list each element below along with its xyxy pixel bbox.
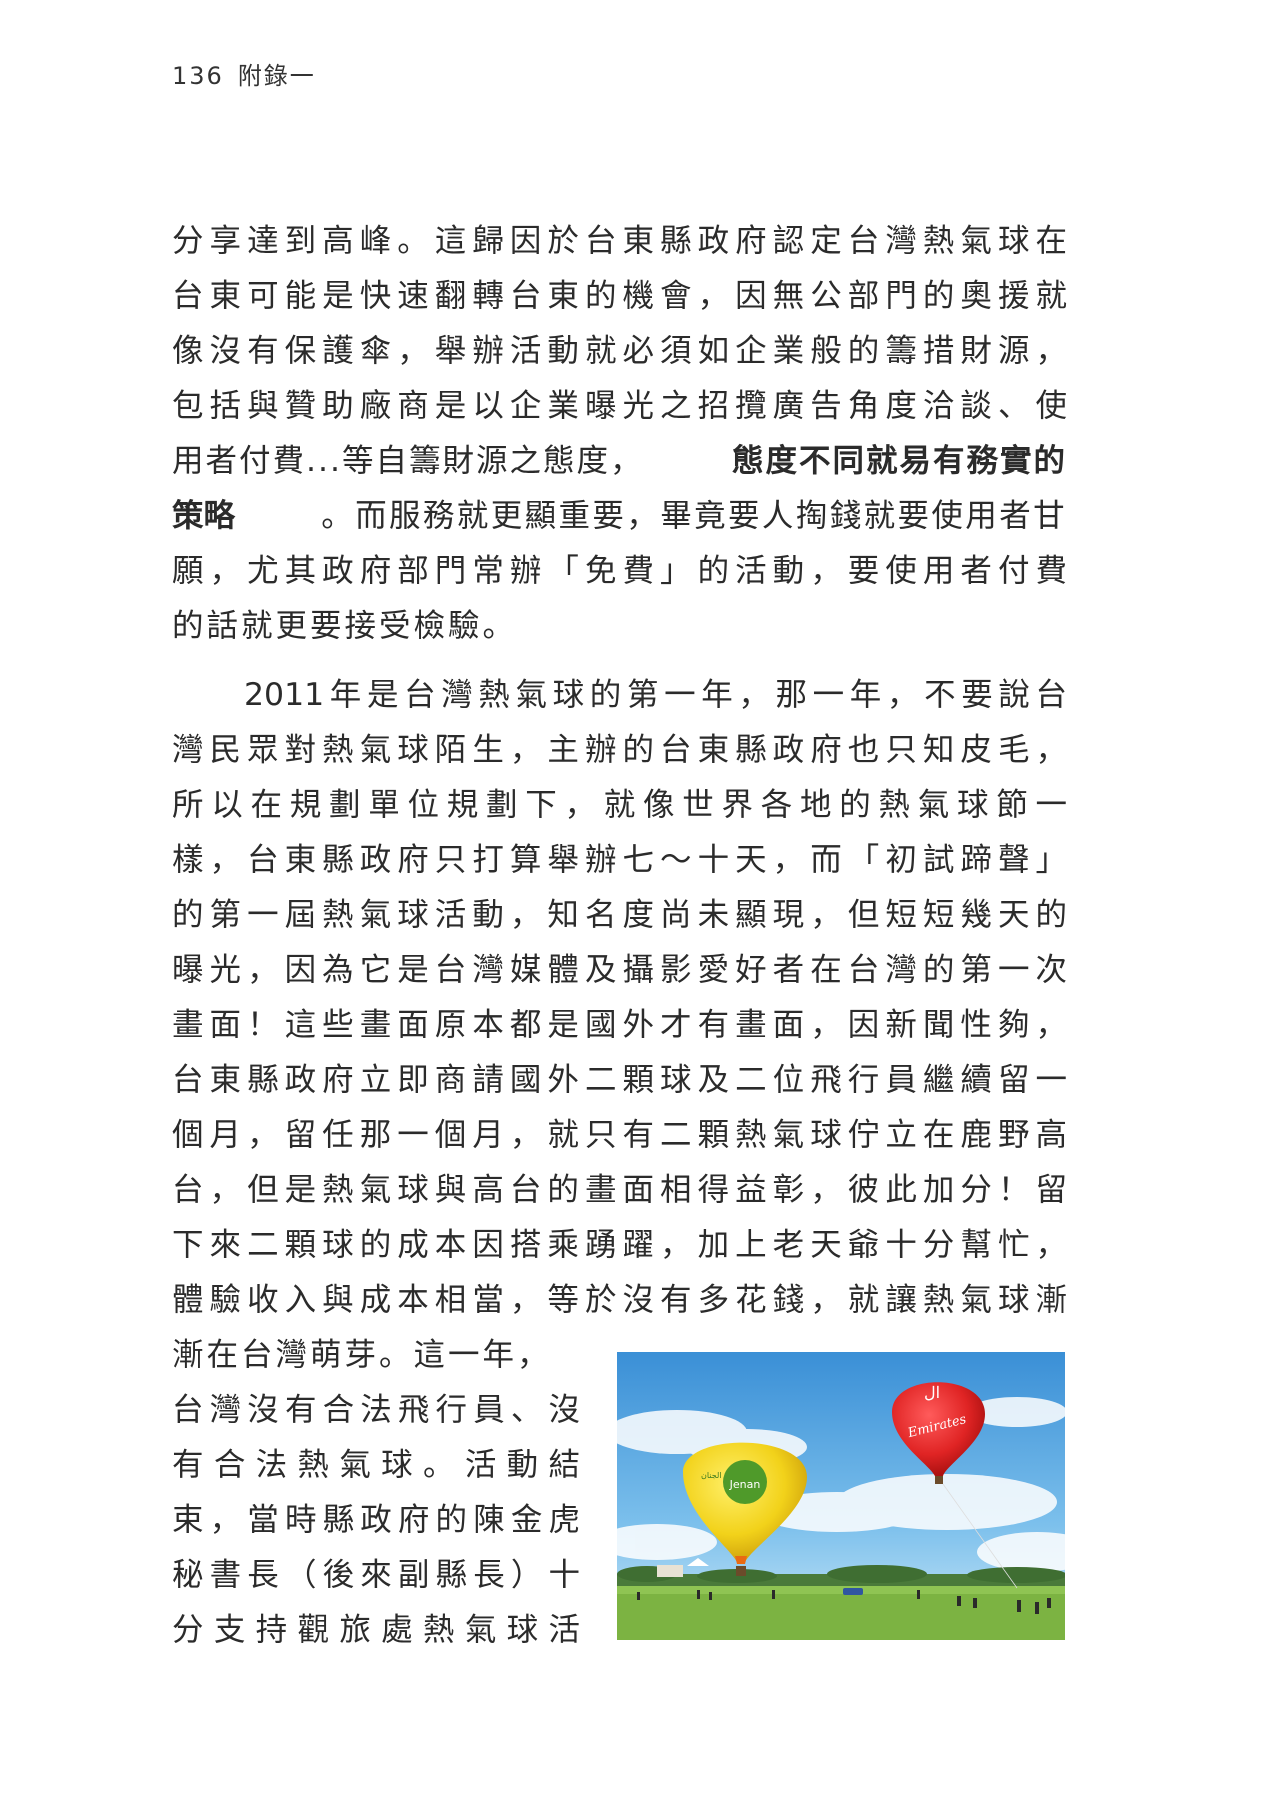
- text-line: 用者付費...等自籌財源之態度， 態度不同就易有務實的: [172, 434, 1067, 489]
- page-header: 136 附錄一: [172, 56, 316, 91]
- balloon-photo-illustration: Jenan الجنان ال Emirates: [617, 1352, 1065, 1640]
- text-line: 秘書長（後來副縣長）十: [172, 1557, 580, 1593]
- text-segment: 。而服務就更顯重要，畢竟要人掏錢就要使用者甘: [321, 498, 1067, 534]
- text-line: 畫面！這些畫面原本都是國外才有畫面，因新聞性夠，: [172, 1007, 1067, 1043]
- text-line: 所以在規劃單位規劃下，就像世界各地的熱氣球節一: [172, 787, 1067, 823]
- text-line: 分支持觀旅處熱氣球活: [172, 1612, 580, 1648]
- text-line: 台東縣政府立即商請國外二顆球及二位飛行員繼續留一: [172, 1062, 1067, 1098]
- balloon-photo: Jenan الجنان ال Emirates: [617, 1352, 1065, 1640]
- paragraph-2: 2011年是台灣熱氣球的第一年，那一年，不要說台 灣民眾對熱氣球陌生，主辦的台東…: [172, 668, 1067, 1328]
- text-line: 策略 。而服務就更顯重要，畢竟要人掏錢就要使用者甘: [172, 489, 1067, 544]
- text-line: 灣民眾對熱氣球陌生，主辦的台東縣政府也只知皮毛，: [172, 732, 1067, 768]
- bold-text: 態度不同就易有務實的: [731, 443, 1067, 479]
- text-line: 曝光，因為它是台灣媒體及攝影愛好者在台灣的第一次: [172, 952, 1067, 988]
- text-line: 分享達到高峰。這歸因於台東縣政府認定台灣熱氣球在: [172, 223, 1067, 259]
- svg-text:الجنان: الجنان: [701, 1471, 722, 1480]
- yellow-balloon-logo: Jenan: [729, 1478, 761, 1491]
- text-line: 願，尤其政府部門常辦「免費」的活動，要使用者付費: [172, 553, 1067, 589]
- text-line: 台，但是熱氣球與高台的畫面相得益彰，彼此加分！留: [172, 1172, 1067, 1208]
- text-line: 包括與贊助廠商是以企業曝光之招攬廣告角度洽談、使: [172, 388, 1067, 424]
- text-line: 體驗收入與成本相當，等於沒有多花錢，就讓熱氣球漸: [172, 1282, 1067, 1318]
- text-line: 的第一屆熱氣球活動，知名度尚未顯現，但短短幾天的: [172, 897, 1067, 933]
- text-line: 個月，留任那一個月，就只有二顆熱氣球佇立在鹿野高: [172, 1117, 1067, 1153]
- text-line: 像沒有保護傘，舉辦活動就必須如企業般的籌措財源，: [172, 333, 1067, 369]
- text-line: 2011年是台灣熱氣球的第一年，那一年，不要說台: [244, 677, 1067, 713]
- text-segment: 用者付費...等自籌財源之態度，: [172, 443, 644, 479]
- section-title: 附錄一: [237, 62, 316, 90]
- text-line: 樣，台東縣政府只打算舉辦七～十天，而「初試蹄聲」: [172, 842, 1067, 878]
- grass-field: [617, 1586, 1065, 1640]
- text-line: 台東可能是快速翻轉台東的機會，因無公部門的奧援就: [172, 278, 1067, 314]
- svg-text:ال: ال: [924, 1383, 940, 1402]
- text-line: 的話就更要接受檢驗。: [172, 608, 518, 644]
- text-line: 台灣沒有合法飛行員、沒: [172, 1392, 580, 1428]
- text-line: 有合法熱氣球。活動結: [172, 1447, 580, 1483]
- bold-text: 策略: [172, 498, 236, 534]
- paragraph-1: 分享達到高峰。這歸因於台東縣政府認定台灣熱氣球在 台東可能是快速翻轉台東的機會，…: [172, 214, 1067, 654]
- paragraph-2-wrap: 漸在台灣萌芽。這一年， 台灣沒有合法飛行員、沒 有合法熱氣球。活動結 束，當時縣…: [172, 1328, 580, 1658]
- text-line: 漸在台灣萌芽。這一年，: [172, 1337, 552, 1373]
- page-number: 136: [172, 62, 224, 90]
- vehicle: [843, 1588, 863, 1595]
- text-line: 束，當時縣政府的陳金虎: [172, 1502, 580, 1538]
- text-line: 下來二顆球的成本因搭乘踴躍，加上老天爺十分幫忙，: [172, 1227, 1067, 1263]
